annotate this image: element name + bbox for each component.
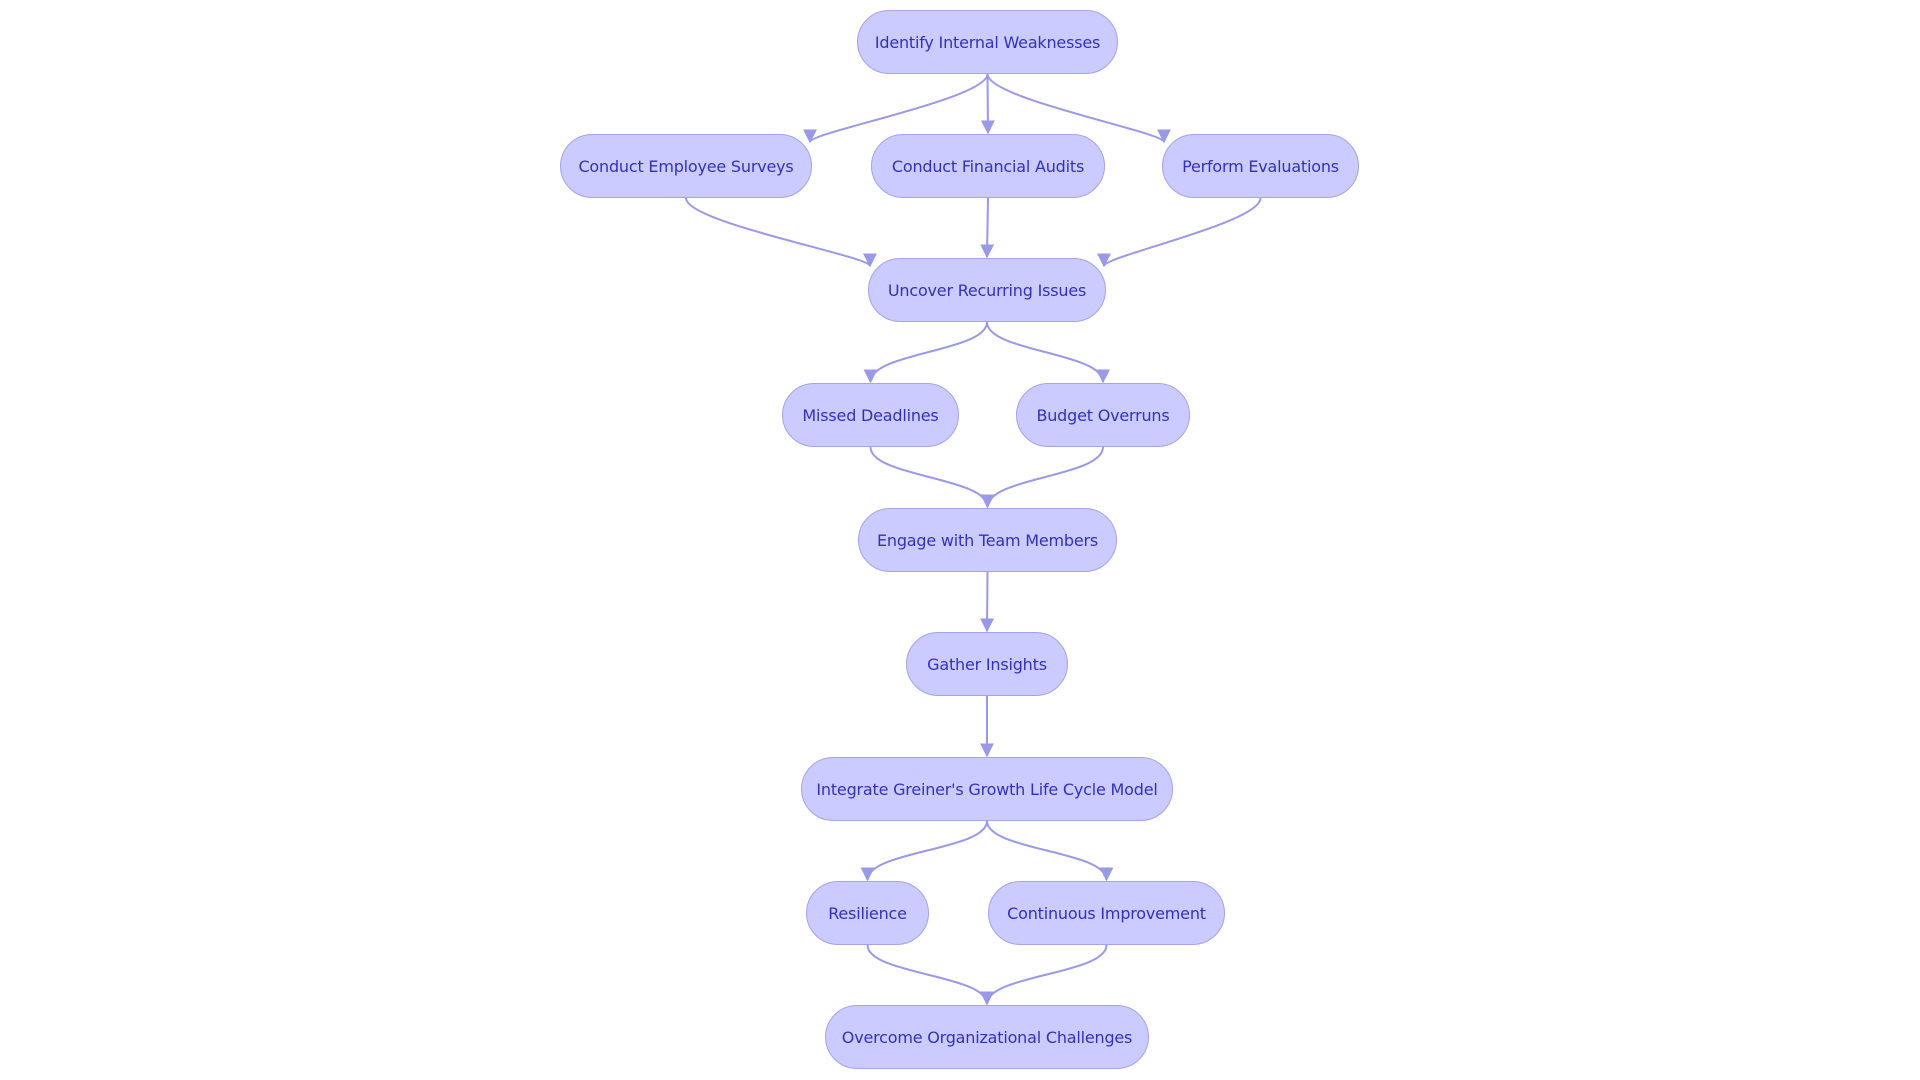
node-continuous-improvement: Continuous Improvement bbox=[988, 881, 1225, 945]
edge-n6-n8 bbox=[869, 446, 995, 509]
edge-n10-n11 bbox=[860, 820, 988, 882]
edge-n7-n8 bbox=[980, 446, 1104, 509]
edge-n2-n5 bbox=[685, 197, 877, 268]
node-uncover-recurring-issues: Uncover Recurring Issues bbox=[868, 258, 1106, 322]
edge-n12-n13 bbox=[980, 944, 1108, 1006]
edge-n1-n4 bbox=[986, 73, 1171, 144]
node-overcome-organizational-challenges: Overcome Organizational Challenges bbox=[825, 1005, 1149, 1069]
node-integrate-greiner-model: Integrate Greiner's Growth Life Cycle Mo… bbox=[801, 757, 1173, 821]
edge-n8-n9 bbox=[980, 571, 995, 633]
edge-n5-n7 bbox=[986, 321, 1110, 384]
node-resilience: Resilience bbox=[806, 881, 929, 945]
edge-n10-n12 bbox=[986, 820, 1114, 882]
node-perform-evaluations: Perform Evaluations bbox=[1162, 134, 1359, 198]
node-identify-internal-weaknesses: Identify Internal Weaknesses bbox=[857, 10, 1118, 74]
node-budget-overruns: Budget Overruns bbox=[1016, 383, 1190, 447]
edge-n5-n6 bbox=[863, 321, 988, 384]
node-conduct-financial-audits: Conduct Financial Audits bbox=[871, 134, 1105, 198]
edge-n1-n2 bbox=[803, 73, 989, 144]
edge-n11-n13 bbox=[866, 944, 994, 1006]
node-conduct-employee-surveys: Conduct Employee Surveys bbox=[560, 134, 812, 198]
edge-n3-n5 bbox=[980, 197, 995, 259]
edge-n1-n3 bbox=[980, 73, 995, 135]
node-gather-insights: Gather Insights bbox=[906, 632, 1068, 696]
node-engage-with-team-members: Engage with Team Members bbox=[858, 508, 1117, 572]
edge-n4-n5 bbox=[1097, 197, 1262, 268]
node-missed-deadlines: Missed Deadlines bbox=[782, 383, 959, 447]
